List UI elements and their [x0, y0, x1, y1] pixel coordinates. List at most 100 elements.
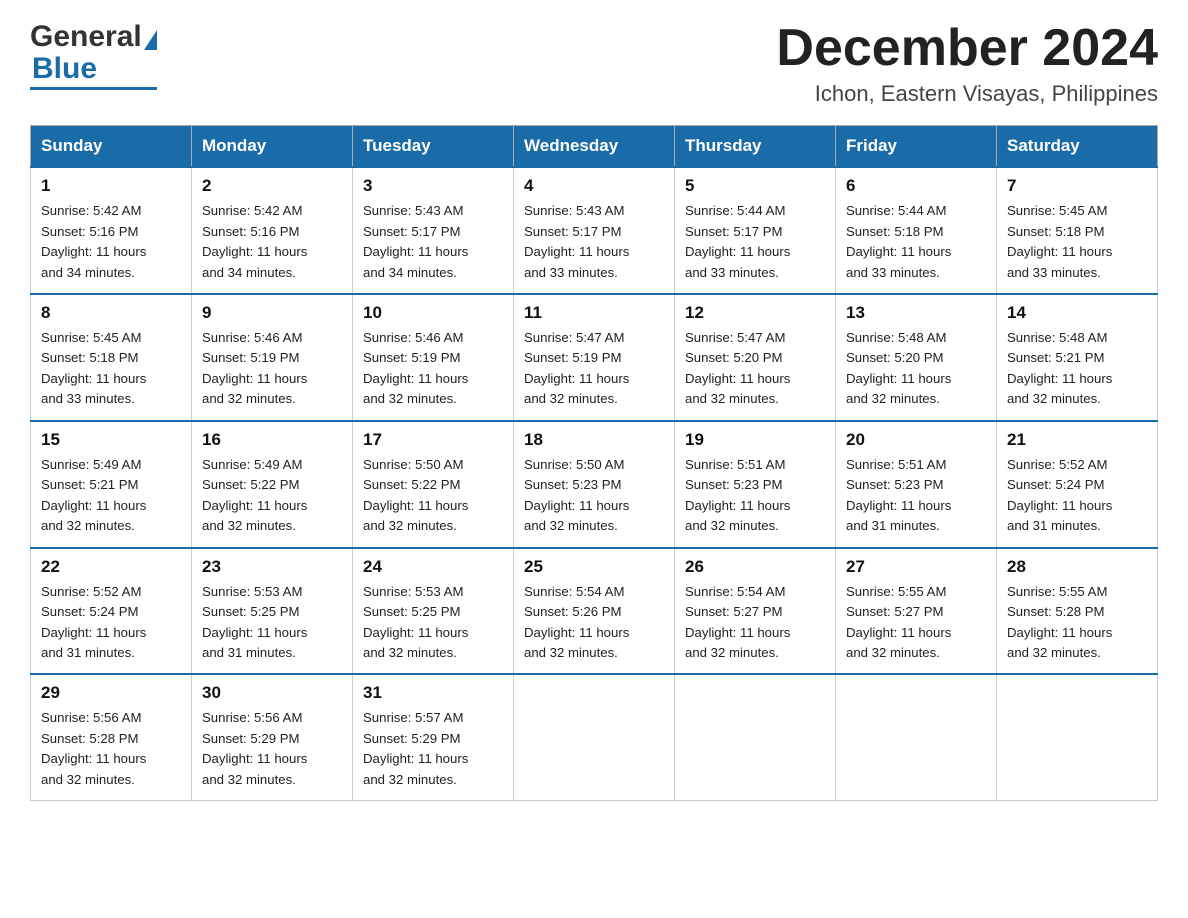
day-info: Sunrise: 5:43 AMSunset: 5:17 PMDaylight:…	[363, 203, 468, 279]
calendar-cell: 23 Sunrise: 5:53 AMSunset: 5:25 PMDaylig…	[192, 548, 353, 675]
calendar-cell: 11 Sunrise: 5:47 AMSunset: 5:19 PMDaylig…	[514, 294, 675, 421]
day-number: 8	[41, 303, 181, 323]
location-title: Ichon, Eastern Visayas, Philippines	[776, 81, 1158, 107]
calendar-cell: 20 Sunrise: 5:51 AMSunset: 5:23 PMDaylig…	[836, 421, 997, 548]
day-info: Sunrise: 5:45 AMSunset: 5:18 PMDaylight:…	[1007, 203, 1112, 279]
calendar-cell	[997, 674, 1158, 800]
day-number: 12	[685, 303, 825, 323]
calendar-cell: 4 Sunrise: 5:43 AMSunset: 5:17 PMDayligh…	[514, 167, 675, 294]
calendar-week-5: 29 Sunrise: 5:56 AMSunset: 5:28 PMDaylig…	[31, 674, 1158, 800]
col-saturday: Saturday	[997, 126, 1158, 168]
calendar-cell: 5 Sunrise: 5:44 AMSunset: 5:17 PMDayligh…	[675, 167, 836, 294]
calendar-cell: 9 Sunrise: 5:46 AMSunset: 5:19 PMDayligh…	[192, 294, 353, 421]
calendar-cell: 29 Sunrise: 5:56 AMSunset: 5:28 PMDaylig…	[31, 674, 192, 800]
col-wednesday: Wednesday	[514, 126, 675, 168]
calendar-cell: 16 Sunrise: 5:49 AMSunset: 5:22 PMDaylig…	[192, 421, 353, 548]
calendar-table: Sunday Monday Tuesday Wednesday Thursday…	[30, 125, 1158, 801]
day-number: 13	[846, 303, 986, 323]
day-number: 3	[363, 176, 503, 196]
day-number: 16	[202, 430, 342, 450]
day-info: Sunrise: 5:55 AMSunset: 5:27 PMDaylight:…	[846, 584, 951, 660]
calendar-cell: 6 Sunrise: 5:44 AMSunset: 5:18 PMDayligh…	[836, 167, 997, 294]
day-info: Sunrise: 5:56 AMSunset: 5:28 PMDaylight:…	[41, 710, 146, 786]
day-info: Sunrise: 5:44 AMSunset: 5:18 PMDaylight:…	[846, 203, 951, 279]
day-info: Sunrise: 5:42 AMSunset: 5:16 PMDaylight:…	[41, 203, 146, 279]
calendar-cell: 21 Sunrise: 5:52 AMSunset: 5:24 PMDaylig…	[997, 421, 1158, 548]
page-header: General Blue December 2024 Ichon, Easter…	[30, 20, 1158, 107]
day-number: 20	[846, 430, 986, 450]
calendar-week-4: 22 Sunrise: 5:52 AMSunset: 5:24 PMDaylig…	[31, 548, 1158, 675]
calendar-cell: 28 Sunrise: 5:55 AMSunset: 5:28 PMDaylig…	[997, 548, 1158, 675]
calendar-cell: 14 Sunrise: 5:48 AMSunset: 5:21 PMDaylig…	[997, 294, 1158, 421]
month-title: December 2024	[776, 20, 1158, 77]
day-number: 1	[41, 176, 181, 196]
day-number: 17	[363, 430, 503, 450]
calendar-cell: 15 Sunrise: 5:49 AMSunset: 5:21 PMDaylig…	[31, 421, 192, 548]
day-number: 24	[363, 557, 503, 577]
day-number: 2	[202, 176, 342, 196]
calendar-cell: 24 Sunrise: 5:53 AMSunset: 5:25 PMDaylig…	[353, 548, 514, 675]
day-info: Sunrise: 5:53 AMSunset: 5:25 PMDaylight:…	[202, 584, 307, 660]
col-sunday: Sunday	[31, 126, 192, 168]
day-info: Sunrise: 5:46 AMSunset: 5:19 PMDaylight:…	[202, 330, 307, 406]
day-info: Sunrise: 5:50 AMSunset: 5:22 PMDaylight:…	[363, 457, 468, 533]
logo: General Blue	[30, 20, 157, 90]
day-number: 5	[685, 176, 825, 196]
calendar-cell: 18 Sunrise: 5:50 AMSunset: 5:23 PMDaylig…	[514, 421, 675, 548]
col-monday: Monday	[192, 126, 353, 168]
day-info: Sunrise: 5:42 AMSunset: 5:16 PMDaylight:…	[202, 203, 307, 279]
day-info: Sunrise: 5:51 AMSunset: 5:23 PMDaylight:…	[685, 457, 790, 533]
day-info: Sunrise: 5:50 AMSunset: 5:23 PMDaylight:…	[524, 457, 629, 533]
day-number: 14	[1007, 303, 1147, 323]
calendar-cell: 8 Sunrise: 5:45 AMSunset: 5:18 PMDayligh…	[31, 294, 192, 421]
calendar-cell: 17 Sunrise: 5:50 AMSunset: 5:22 PMDaylig…	[353, 421, 514, 548]
day-number: 19	[685, 430, 825, 450]
calendar-cell: 2 Sunrise: 5:42 AMSunset: 5:16 PMDayligh…	[192, 167, 353, 294]
logo-underline	[30, 87, 157, 90]
day-number: 9	[202, 303, 342, 323]
day-number: 4	[524, 176, 664, 196]
calendar-cell	[514, 674, 675, 800]
day-number: 28	[1007, 557, 1147, 577]
day-info: Sunrise: 5:53 AMSunset: 5:25 PMDaylight:…	[363, 584, 468, 660]
calendar-cell: 27 Sunrise: 5:55 AMSunset: 5:27 PMDaylig…	[836, 548, 997, 675]
day-info: Sunrise: 5:48 AMSunset: 5:21 PMDaylight:…	[1007, 330, 1112, 406]
calendar-header-row: Sunday Monday Tuesday Wednesday Thursday…	[31, 126, 1158, 168]
day-number: 23	[202, 557, 342, 577]
day-number: 22	[41, 557, 181, 577]
day-info: Sunrise: 5:57 AMSunset: 5:29 PMDaylight:…	[363, 710, 468, 786]
calendar-cell: 12 Sunrise: 5:47 AMSunset: 5:20 PMDaylig…	[675, 294, 836, 421]
day-number: 26	[685, 557, 825, 577]
calendar-cell: 3 Sunrise: 5:43 AMSunset: 5:17 PMDayligh…	[353, 167, 514, 294]
col-tuesday: Tuesday	[353, 126, 514, 168]
day-info: Sunrise: 5:52 AMSunset: 5:24 PMDaylight:…	[1007, 457, 1112, 533]
day-number: 29	[41, 683, 181, 703]
calendar-cell: 1 Sunrise: 5:42 AMSunset: 5:16 PMDayligh…	[31, 167, 192, 294]
day-number: 18	[524, 430, 664, 450]
day-number: 25	[524, 557, 664, 577]
calendar-week-2: 8 Sunrise: 5:45 AMSunset: 5:18 PMDayligh…	[31, 294, 1158, 421]
calendar-cell	[836, 674, 997, 800]
day-info: Sunrise: 5:47 AMSunset: 5:19 PMDaylight:…	[524, 330, 629, 406]
day-info: Sunrise: 5:45 AMSunset: 5:18 PMDaylight:…	[41, 330, 146, 406]
calendar-cell: 13 Sunrise: 5:48 AMSunset: 5:20 PMDaylig…	[836, 294, 997, 421]
day-info: Sunrise: 5:54 AMSunset: 5:26 PMDaylight:…	[524, 584, 629, 660]
day-info: Sunrise: 5:47 AMSunset: 5:20 PMDaylight:…	[685, 330, 790, 406]
day-number: 30	[202, 683, 342, 703]
day-number: 7	[1007, 176, 1147, 196]
logo-general-text: General	[30, 20, 142, 54]
calendar-week-1: 1 Sunrise: 5:42 AMSunset: 5:16 PMDayligh…	[31, 167, 1158, 294]
day-number: 10	[363, 303, 503, 323]
day-info: Sunrise: 5:54 AMSunset: 5:27 PMDaylight:…	[685, 584, 790, 660]
calendar-week-3: 15 Sunrise: 5:49 AMSunset: 5:21 PMDaylig…	[31, 421, 1158, 548]
day-info: Sunrise: 5:52 AMSunset: 5:24 PMDaylight:…	[41, 584, 146, 660]
col-friday: Friday	[836, 126, 997, 168]
calendar-cell: 31 Sunrise: 5:57 AMSunset: 5:29 PMDaylig…	[353, 674, 514, 800]
day-number: 31	[363, 683, 503, 703]
day-number: 15	[41, 430, 181, 450]
day-info: Sunrise: 5:49 AMSunset: 5:22 PMDaylight:…	[202, 457, 307, 533]
day-number: 21	[1007, 430, 1147, 450]
day-info: Sunrise: 5:55 AMSunset: 5:28 PMDaylight:…	[1007, 584, 1112, 660]
day-info: Sunrise: 5:51 AMSunset: 5:23 PMDaylight:…	[846, 457, 951, 533]
day-number: 11	[524, 303, 664, 323]
